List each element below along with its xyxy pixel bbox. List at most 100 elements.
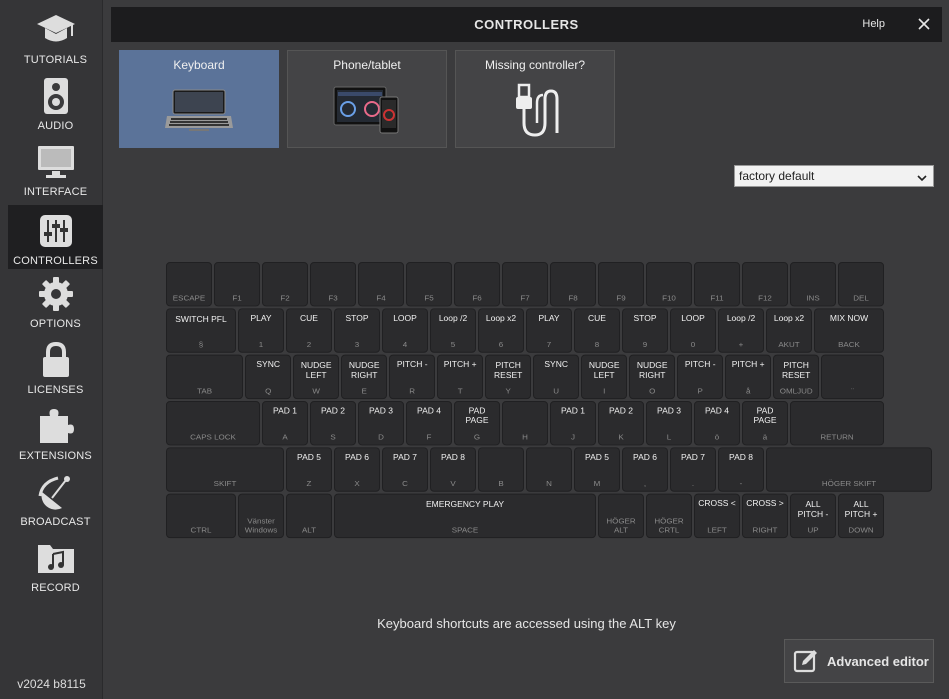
help-link[interactable]: Help: [862, 18, 885, 30]
keyboard-key[interactable]: F7: [502, 262, 548, 307]
keyboard-key[interactable]: F1: [214, 262, 260, 307]
keyboard-key[interactable]: NUDGE RIGHT E: [341, 354, 388, 400]
keyboard-key[interactable]: PITCH RESET Y: [485, 354, 532, 400]
keyboard-key[interactable]: PITCH - P: [677, 354, 724, 400]
keyboard-key[interactable]: Loop /2 +: [718, 308, 764, 353]
keyboard-key[interactable]: INS: [790, 262, 836, 307]
advanced-editor-button[interactable]: Advanced editor: [784, 639, 934, 683]
keyboard-key[interactable]: F11: [694, 262, 740, 307]
keyboard-key[interactable]: B: [478, 447, 524, 492]
sidebar-item-record[interactable]: RECORD: [8, 532, 103, 596]
keyboard-key[interactable]: PLAY 1: [238, 308, 284, 353]
keyboard-key[interactable]: F5: [406, 262, 452, 307]
keyboard-key[interactable]: PAD 4 ö: [694, 401, 740, 446]
keyboard-key[interactable]: SYNC Q: [245, 354, 292, 400]
keyboard-key[interactable]: PAD 8 -: [718, 447, 764, 492]
keyboard-key[interactable]: PITCH - R: [389, 354, 436, 400]
keyboard-key[interactable]: NUDGE RIGHT O: [629, 354, 676, 400]
keyboard-key[interactable]: RETURN: [790, 401, 884, 446]
keyboard-key[interactable]: PAD 2 S: [310, 401, 356, 446]
preset-dropdown[interactable]: factory default: [734, 165, 934, 187]
keyboard-key[interactable]: LOOP 4: [382, 308, 428, 353]
tab-keyboard[interactable]: Keyboard: [119, 50, 279, 148]
key-symbol-label: V: [450, 479, 456, 488]
keyboard-key[interactable]: PAD PAGE ä: [742, 401, 788, 446]
keyboard-key[interactable]: F2: [262, 262, 308, 307]
keyboard-key[interactable]: PAD 3 L: [646, 401, 692, 446]
keyboard-key[interactable]: DEL: [838, 262, 884, 307]
keyboard-key[interactable]: SKIFT: [166, 447, 284, 492]
keyboard-key[interactable]: PAD 2 K: [598, 401, 644, 446]
keyboard-key[interactable]: PAD 5 M: [574, 447, 620, 492]
tab-missing-controller[interactable]: Missing controller?: [455, 50, 615, 148]
keyboard-key[interactable]: F4: [358, 262, 404, 307]
keyboard-key[interactable]: EMERGENCY PLAY SPACE: [334, 493, 596, 539]
keyboard-key[interactable]: PAD 7 C: [382, 447, 428, 492]
sidebar-item-licenses[interactable]: LICENSES: [8, 334, 103, 398]
sidebar-item-audio[interactable]: AUDIO: [8, 70, 103, 134]
keyboard-key[interactable]: ¨: [821, 354, 884, 400]
keyboard-key[interactable]: HÖGER ALT: [598, 493, 644, 539]
keyboard-key[interactable]: PITCH RESET OMLJUD: [773, 354, 820, 400]
keyboard-key[interactable]: F8: [550, 262, 596, 307]
keyboard-key[interactable]: CROSS < LEFT: [694, 493, 740, 539]
sidebar-item-extensions[interactable]: EXTENSIONS: [8, 400, 103, 464]
keyboard-key[interactable]: F9: [598, 262, 644, 307]
keyboard-key[interactable]: ALL PITCH + DOWN: [838, 493, 884, 539]
key-symbol-label: HÖGER CRTL: [654, 516, 684, 535]
keyboard-key[interactable]: F12: [742, 262, 788, 307]
keyboard-key[interactable]: SYNC U: [533, 354, 580, 400]
keyboard-key[interactable]: STOP 9: [622, 308, 668, 353]
keyboard-key[interactable]: PLAY 7: [526, 308, 572, 353]
keyboard-key[interactable]: PAD 3 D: [358, 401, 404, 446]
keyboard-key[interactable]: PITCH + å: [725, 354, 772, 400]
keyboard-key[interactable]: F6: [454, 262, 500, 307]
keyboard-key[interactable]: CTRL: [166, 493, 236, 539]
sidebar-item-options[interactable]: OPTIONS: [8, 268, 103, 332]
sidebar-item-interface[interactable]: INTERFACE: [8, 136, 103, 200]
keyboard-key[interactable]: Vänster Windows: [238, 493, 284, 539]
alt-key-hint: Keyboard shortcuts are accessed using th…: [377, 616, 676, 631]
tab-phone-tablet[interactable]: Phone/tablet: [287, 50, 447, 148]
keyboard-key[interactable]: Loop /2 5: [430, 308, 476, 353]
keyboard-key[interactable]: Loop x2 AKUT: [766, 308, 812, 353]
keyboard-key[interactable]: ESCAPE: [166, 262, 212, 307]
key-action-label: PAD 6: [633, 452, 657, 462]
keyboard-key[interactable]: PAD 6,: [622, 447, 668, 492]
keyboard-key[interactable]: PAD 5 Z: [286, 447, 332, 492]
keyboard-key[interactable]: NUDGE LEFT I: [581, 354, 628, 400]
keyboard-key[interactable]: Loop x2 6: [478, 308, 524, 353]
keyboard-key[interactable]: PAD 7.: [670, 447, 716, 492]
keyboard-key[interactable]: CROSS > RIGHT: [742, 493, 788, 539]
keyboard-key[interactable]: PAD 4 F: [406, 401, 452, 446]
keyboard-key[interactable]: TAB: [166, 354, 244, 400]
keyboard-key[interactable]: F3: [310, 262, 356, 307]
keyboard-key[interactable]: PAD 8 V: [430, 447, 476, 492]
key-symbol-label: Z: [306, 479, 312, 488]
keyboard-key[interactable]: LOOP 0: [670, 308, 716, 353]
keyboard-key[interactable]: HÖGER SKIFT: [766, 447, 932, 492]
key-action-label: PAD PAGE: [465, 405, 489, 426]
keyboard-key[interactable]: ALL PITCH - UP: [790, 493, 836, 539]
keyboard-key[interactable]: F10: [646, 262, 692, 307]
keyboard-key[interactable]: PAD PAGE G: [454, 401, 500, 446]
keyboard-key[interactable]: N: [526, 447, 572, 492]
keyboard-key[interactable]: H: [502, 401, 548, 446]
keyboard-key[interactable]: PAD 1 A: [262, 401, 308, 446]
keyboard-key[interactable]: HÖGER CRTL: [646, 493, 692, 539]
keyboard-key[interactable]: PAD 6 X: [334, 447, 380, 492]
keyboard-key[interactable]: MIX NOW BACK: [814, 308, 884, 353]
keyboard-key[interactable]: PAD 1 J: [550, 401, 596, 446]
keyboard-key[interactable]: ALT: [286, 493, 332, 539]
keyboard-key[interactable]: NUDGE LEFT W: [293, 354, 340, 400]
keyboard-key[interactable]: CUE 2: [286, 308, 332, 353]
keyboard-key[interactable]: SWITCH PFL §: [166, 308, 236, 353]
sidebar-item-controllers[interactable]: CONTROLLERS: [8, 205, 103, 269]
keyboard-key[interactable]: CAPS LOCK: [166, 401, 260, 446]
keyboard-key[interactable]: CUE 8: [574, 308, 620, 353]
sidebar-item-tutorials[interactable]: TUTORIALS: [8, 4, 103, 68]
keyboard-key[interactable]: PITCH + T: [437, 354, 484, 400]
keyboard-key[interactable]: STOP 3: [334, 308, 380, 353]
sidebar-item-broadcast[interactable]: BROADCAST: [8, 466, 103, 530]
close-button[interactable]: [914, 13, 934, 35]
